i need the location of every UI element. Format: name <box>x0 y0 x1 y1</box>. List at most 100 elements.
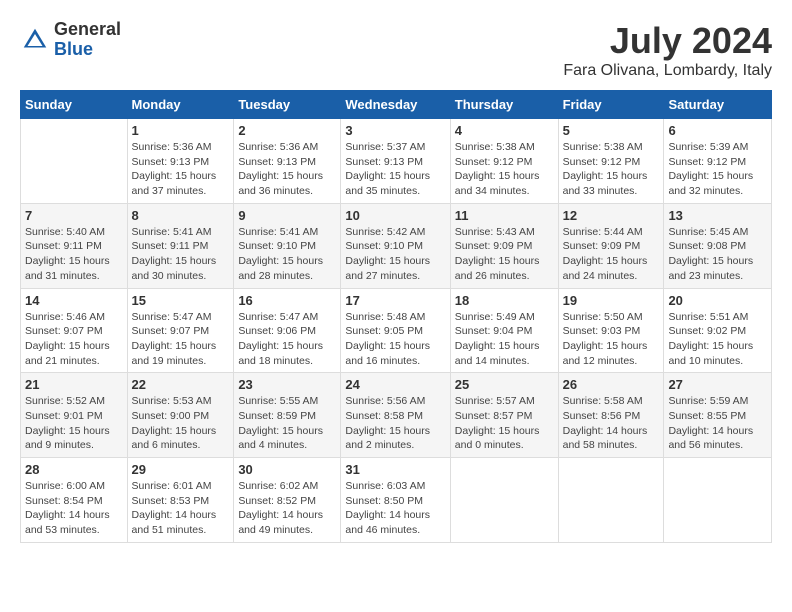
page-header: General Blue July 2024 Fara Olivana, Lom… <box>20 20 772 80</box>
day-number: 17 <box>345 293 445 308</box>
logo-general: General <box>54 19 121 39</box>
cell-content: Sunrise: 5:47 AM Sunset: 9:07 PM Dayligh… <box>132 310 230 369</box>
cell-content: Sunrise: 5:37 AM Sunset: 9:13 PM Dayligh… <box>345 140 445 199</box>
calendar-cell: 28Sunrise: 6:00 AM Sunset: 8:54 PM Dayli… <box>21 458 128 543</box>
cell-content: Sunrise: 5:39 AM Sunset: 9:12 PM Dayligh… <box>668 140 767 199</box>
cell-content: Sunrise: 5:41 AM Sunset: 9:11 PM Dayligh… <box>132 225 230 284</box>
calendar-cell: 9Sunrise: 5:41 AM Sunset: 9:10 PM Daylig… <box>234 203 341 288</box>
calendar-cell: 17 Sunrise: 5:48 AM Sunset: 9:05 PM Dayli… <box>341 288 450 373</box>
calendar-cell: 1 Sunrise: 5:36 AM Sunset: 9:13 PM Daylig… <box>127 119 234 204</box>
day-number: 7 <box>25 208 123 223</box>
cell-content: Sunrise: 5:58 AM Sunset: 8:56 PM Dayligh… <box>563 394 660 453</box>
calendar-cell <box>450 458 558 543</box>
title-block: July 2024 Fara Olivana, Lombardy, Italy <box>563 20 772 80</box>
column-header-thursday: Thursday <box>450 91 558 119</box>
calendar-cell: 20 Sunrise: 5:51 AM Sunset: 9:02 PM Dayli… <box>664 288 772 373</box>
calendar-cell: 8 Sunrise: 5:41 AM Sunset: 9:11 PM Daylig… <box>127 203 234 288</box>
day-number: 29 <box>132 462 230 477</box>
week-row-3: 14 Sunrise: 5:46 AM Sunset: 9:07 PM Dayli… <box>21 288 772 373</box>
calendar-cell: 15 Sunrise: 5:47 AM Sunset: 9:07 PM Dayli… <box>127 288 234 373</box>
day-number: 23 <box>238 377 336 392</box>
calendar-cell: 27 Sunrise: 5:59 AM Sunset: 8:55 PM Dayli… <box>664 373 772 458</box>
calendar-header-row: SundayMondayTuesdayWednesdayThursdayFrid… <box>21 91 772 119</box>
cell-content: Sunrise: 5:48 AM Sunset: 9:05 PM Dayligh… <box>345 310 445 369</box>
day-number: 3 <box>345 123 445 138</box>
calendar-cell: 21Sunrise: 5:52 AM Sunset: 9:01 PM Dayli… <box>21 373 128 458</box>
logo-blue: Blue <box>54 39 93 59</box>
calendar-cell: 26 Sunrise: 5:58 AM Sunset: 8:56 PM Dayli… <box>558 373 664 458</box>
day-number: 6 <box>668 123 767 138</box>
logo-text: General Blue <box>54 20 121 60</box>
cell-content: Sunrise: 5:38 AM Sunset: 9:12 PM Dayligh… <box>563 140 660 199</box>
calendar-cell: 10Sunrise: 5:42 AM Sunset: 9:10 PM Dayli… <box>341 203 450 288</box>
calendar-cell: 7 Sunrise: 5:40 AM Sunset: 9:11 PM Daylig… <box>21 203 128 288</box>
cell-content: Sunrise: 5:43 AM Sunset: 9:09 PM Dayligh… <box>455 225 554 284</box>
calendar-cell: 2 Sunrise: 5:36 AM Sunset: 9:13 PM Daylig… <box>234 119 341 204</box>
day-number: 15 <box>132 293 230 308</box>
day-number: 14 <box>25 293 123 308</box>
calendar-cell <box>21 119 128 204</box>
cell-content: Sunrise: 5:38 AM Sunset: 9:12 PM Dayligh… <box>455 140 554 199</box>
day-number: 1 <box>132 123 230 138</box>
cell-content: Sunrise: 6:00 AM Sunset: 8:54 PM Dayligh… <box>25 479 123 538</box>
calendar-cell: 11Sunrise: 5:43 AM Sunset: 9:09 PM Dayli… <box>450 203 558 288</box>
week-row-4: 21Sunrise: 5:52 AM Sunset: 9:01 PM Dayli… <box>21 373 772 458</box>
cell-content: Sunrise: 6:01 AM Sunset: 8:53 PM Dayligh… <box>132 479 230 538</box>
logo: General Blue <box>20 20 121 60</box>
week-row-2: 7 Sunrise: 5:40 AM Sunset: 9:11 PM Daylig… <box>21 203 772 288</box>
day-number: 4 <box>455 123 554 138</box>
cell-content: Sunrise: 5:45 AM Sunset: 9:08 PM Dayligh… <box>668 225 767 284</box>
calendar-cell: 22 Sunrise: 5:53 AM Sunset: 9:00 PM Dayli… <box>127 373 234 458</box>
calendar-cell: 6 Sunrise: 5:39 AM Sunset: 9:12 PM Daylig… <box>664 119 772 204</box>
calendar-cell <box>664 458 772 543</box>
cell-content: Sunrise: 5:47 AM Sunset: 9:06 PM Dayligh… <box>238 310 336 369</box>
cell-content: Sunrise: 5:44 AM Sunset: 9:09 PM Dayligh… <box>563 225 660 284</box>
calendar-cell: 4 Sunrise: 5:38 AM Sunset: 9:12 PM Daylig… <box>450 119 558 204</box>
calendar-cell: 23 Sunrise: 5:55 AM Sunset: 8:59 PM Dayli… <box>234 373 341 458</box>
day-number: 22 <box>132 377 230 392</box>
calendar-cell: 16 Sunrise: 5:47 AM Sunset: 9:06 PM Dayli… <box>234 288 341 373</box>
column-header-tuesday: Tuesday <box>234 91 341 119</box>
day-number: 20 <box>668 293 767 308</box>
day-number: 16 <box>238 293 336 308</box>
cell-content: Sunrise: 5:46 AM Sunset: 9:07 PM Dayligh… <box>25 310 123 369</box>
cell-content: Sunrise: 5:55 AM Sunset: 8:59 PM Dayligh… <box>238 394 336 453</box>
calendar-cell: 3 Sunrise: 5:37 AM Sunset: 9:13 PM Daylig… <box>341 119 450 204</box>
calendar-cell <box>558 458 664 543</box>
calendar-cell: 24Sunrise: 5:56 AM Sunset: 8:58 PM Dayli… <box>341 373 450 458</box>
logo-icon <box>20 25 50 55</box>
day-number: 25 <box>455 377 554 392</box>
cell-content: Sunrise: 5:40 AM Sunset: 9:11 PM Dayligh… <box>25 225 123 284</box>
day-number: 18 <box>455 293 554 308</box>
day-number: 13 <box>668 208 767 223</box>
cell-content: Sunrise: 5:36 AM Sunset: 9:13 PM Dayligh… <box>132 140 230 199</box>
cell-content: Sunrise: 5:52 AM Sunset: 9:01 PM Dayligh… <box>25 394 123 453</box>
cell-content: Sunrise: 5:59 AM Sunset: 8:55 PM Dayligh… <box>668 394 767 453</box>
cell-content: Sunrise: 5:53 AM Sunset: 9:00 PM Dayligh… <box>132 394 230 453</box>
calendar-cell: 29 Sunrise: 6:01 AM Sunset: 8:53 PM Dayli… <box>127 458 234 543</box>
cell-content: Sunrise: 5:36 AM Sunset: 9:13 PM Dayligh… <box>238 140 336 199</box>
cell-content: Sunrise: 5:50 AM Sunset: 9:03 PM Dayligh… <box>563 310 660 369</box>
calendar-cell: 12 Sunrise: 5:44 AM Sunset: 9:09 PM Dayli… <box>558 203 664 288</box>
day-number: 9 <box>238 208 336 223</box>
cell-content: Sunrise: 6:02 AM Sunset: 8:52 PM Dayligh… <box>238 479 336 538</box>
cell-content: Sunrise: 6:03 AM Sunset: 8:50 PM Dayligh… <box>345 479 445 538</box>
calendar-cell: 25 Sunrise: 5:57 AM Sunset: 8:57 PM Dayli… <box>450 373 558 458</box>
calendar-cell: 5Sunrise: 5:38 AM Sunset: 9:12 PM Daylig… <box>558 119 664 204</box>
calendar-cell: 19Sunrise: 5:50 AM Sunset: 9:03 PM Dayli… <box>558 288 664 373</box>
day-number: 12 <box>563 208 660 223</box>
column-header-sunday: Sunday <box>21 91 128 119</box>
cell-content: Sunrise: 5:49 AM Sunset: 9:04 PM Dayligh… <box>455 310 554 369</box>
day-number: 2 <box>238 123 336 138</box>
calendar-table: SundayMondayTuesdayWednesdayThursdayFrid… <box>20 90 772 543</box>
cell-content: Sunrise: 5:57 AM Sunset: 8:57 PM Dayligh… <box>455 394 554 453</box>
day-number: 26 <box>563 377 660 392</box>
day-number: 27 <box>668 377 767 392</box>
calendar-cell: 18 Sunrise: 5:49 AM Sunset: 9:04 PM Dayli… <box>450 288 558 373</box>
cell-content: Sunrise: 5:51 AM Sunset: 9:02 PM Dayligh… <box>668 310 767 369</box>
column-header-friday: Friday <box>558 91 664 119</box>
calendar-cell: 14 Sunrise: 5:46 AM Sunset: 9:07 PM Dayli… <box>21 288 128 373</box>
column-header-wednesday: Wednesday <box>341 91 450 119</box>
day-number: 30 <box>238 462 336 477</box>
day-number: 8 <box>132 208 230 223</box>
